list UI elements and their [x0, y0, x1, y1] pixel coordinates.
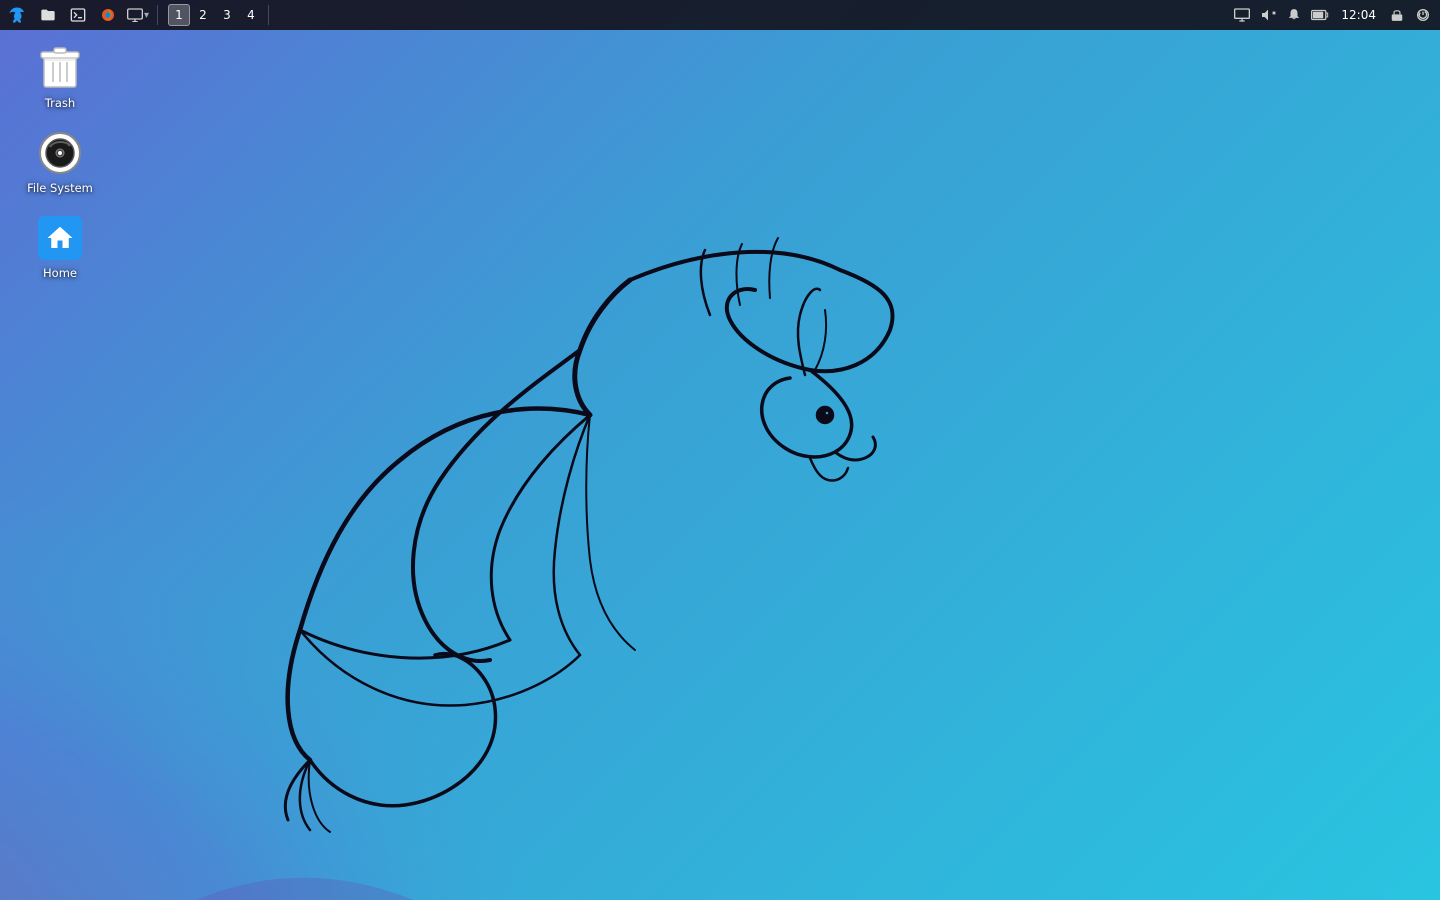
home-icon[interactable]: Home — [20, 210, 100, 285]
taskbar-sep-1 — [157, 5, 158, 25]
taskbar: ▾ 1 2 3 4 — [0, 0, 1440, 30]
system-clock[interactable]: 12:04 — [1335, 8, 1382, 22]
home-icon-image — [36, 214, 84, 262]
wave-background — [0, 200, 700, 900]
kali-menu-button[interactable] — [2, 1, 32, 29]
filesystem-icon-image — [36, 129, 84, 177]
trash-icon[interactable]: Trash — [20, 40, 100, 115]
desktop: ▾ 1 2 3 4 — [0, 0, 1440, 900]
dragon-image — [0, 0, 1440, 900]
taskbar-left: ▾ 1 2 3 4 — [0, 1, 272, 29]
workspace-2[interactable]: 2 — [192, 4, 214, 26]
firefox-taskbar[interactable] — [94, 3, 122, 27]
trash-icon-image — [36, 44, 84, 92]
notification-icon[interactable] — [1283, 4, 1305, 26]
trash-label: Trash — [45, 96, 75, 111]
screen-dropdown-arrow: ▾ — [144, 10, 149, 21]
workspace-switcher: 1 2 3 4 — [167, 4, 263, 26]
home-label: Home — [43, 266, 77, 281]
display-tray-icon[interactable] — [1231, 4, 1253, 26]
taskbar-right: 12:04 — [1231, 4, 1440, 26]
lock-icon[interactable] — [1386, 4, 1408, 26]
filesystem-icon[interactable]: File System — [20, 125, 100, 200]
workspace-1[interactable]: 1 — [168, 4, 190, 26]
battery-icon[interactable] — [1309, 4, 1331, 26]
filesystem-label: File System — [27, 181, 93, 196]
audio-mute-icon[interactable] — [1257, 4, 1279, 26]
taskbar-sep-2 — [268, 5, 269, 25]
desktop-icons-area: Trash File System — [20, 40, 100, 285]
workspace-3[interactable]: 3 — [216, 4, 238, 26]
terminal-taskbar[interactable] — [64, 3, 92, 27]
screen-selector[interactable]: ▾ — [124, 1, 152, 29]
workspace-4[interactable]: 4 — [240, 4, 262, 26]
power-icon[interactable] — [1412, 4, 1434, 26]
file-manager-taskbar[interactable] — [34, 3, 62, 27]
